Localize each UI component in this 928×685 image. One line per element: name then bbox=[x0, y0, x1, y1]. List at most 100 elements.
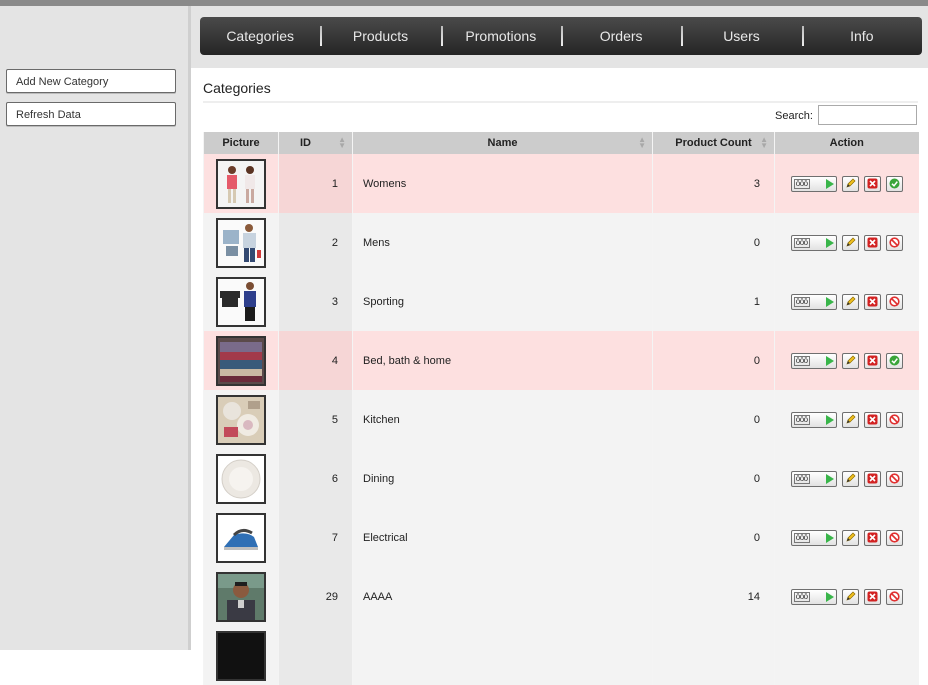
status-inactive-icon[interactable] bbox=[885, 529, 903, 546]
name-cell: AAAA bbox=[352, 567, 653, 626]
nav-users[interactable]: Users bbox=[681, 17, 801, 55]
product-count-cell: 3 bbox=[652, 154, 775, 213]
edit-icon[interactable] bbox=[841, 352, 859, 369]
delete-icon[interactable] bbox=[863, 470, 881, 487]
sort-icon: ▲ ▼ bbox=[338, 135, 346, 150]
column-product-count[interactable]: Product Count ▲ ▼ bbox=[652, 132, 775, 154]
sort-icon: ▲ ▼ bbox=[638, 135, 646, 150]
products-button[interactable]: ōōō bbox=[790, 175, 837, 192]
picture-cell bbox=[203, 272, 279, 331]
picture-cell bbox=[203, 331, 279, 390]
action-cell: ōōō bbox=[774, 154, 919, 213]
category-thumbnail bbox=[216, 335, 266, 386]
edit-icon[interactable] bbox=[841, 588, 859, 605]
products-icon: ōōō bbox=[793, 591, 810, 602]
status-active-icon[interactable] bbox=[885, 352, 903, 369]
search-input[interactable] bbox=[818, 105, 917, 125]
products-button[interactable]: ōōō bbox=[790, 529, 837, 546]
edit-icon[interactable] bbox=[841, 293, 859, 310]
action-cell: ōōō bbox=[774, 567, 919, 626]
edit-icon[interactable] bbox=[841, 529, 859, 546]
nav-categories[interactable]: Categories bbox=[200, 17, 320, 55]
product-count-cell: 0 bbox=[652, 213, 775, 272]
play-icon bbox=[825, 591, 834, 602]
products-icon: ōōō bbox=[793, 237, 810, 248]
action-cell: ōōō bbox=[774, 272, 919, 331]
products-icon: ōōō bbox=[793, 178, 810, 189]
picture-cell bbox=[203, 449, 279, 508]
status-inactive-icon[interactable] bbox=[885, 411, 903, 428]
edit-icon[interactable] bbox=[841, 470, 859, 487]
products-button[interactable]: ōōō bbox=[790, 470, 837, 487]
action-cell: ōōō bbox=[774, 331, 919, 390]
edit-icon[interactable] bbox=[841, 234, 859, 251]
delete-icon[interactable] bbox=[863, 588, 881, 605]
column-id[interactable]: ID ▲ ▼ bbox=[278, 132, 353, 154]
title-divider bbox=[203, 101, 918, 103]
table-header-row: Picture ID ▲ ▼ Name ▲ ▼ Product Count ▲ ▼ Acti… bbox=[203, 132, 919, 154]
edit-icon[interactable] bbox=[841, 411, 859, 428]
category-thumbnail bbox=[216, 158, 266, 209]
products-button[interactable]: ōōō bbox=[790, 234, 837, 251]
delete-icon[interactable] bbox=[863, 529, 881, 546]
name-cell: Electrical bbox=[352, 508, 653, 567]
nav-promotions[interactable]: Promotions bbox=[440, 17, 561, 55]
products-button[interactable]: ōōō bbox=[790, 293, 837, 310]
products-button[interactable]: ōōō bbox=[790, 588, 837, 605]
table-row: 1 Womens 3 ōōō bbox=[203, 154, 919, 213]
id-cell: 1 bbox=[278, 154, 353, 213]
delete-icon[interactable] bbox=[863, 175, 881, 192]
edit-icon[interactable] bbox=[841, 175, 859, 192]
name-cell: Womens bbox=[352, 154, 653, 213]
action-cell: ōōō bbox=[774, 213, 919, 272]
delete-icon[interactable] bbox=[863, 352, 881, 369]
product-count-cell: 1 bbox=[652, 272, 775, 331]
play-icon bbox=[825, 178, 834, 189]
delete-icon[interactable] bbox=[863, 411, 881, 428]
column-picture: Picture bbox=[203, 132, 279, 154]
products-icon: ōōō bbox=[793, 414, 810, 425]
table-row bbox=[203, 626, 919, 685]
status-inactive-icon[interactable] bbox=[885, 293, 903, 310]
refresh-data-button[interactable]: Refresh Data bbox=[6, 102, 176, 126]
status-inactive-icon[interactable] bbox=[885, 588, 903, 605]
search-label: Search: bbox=[775, 110, 813, 122]
table-row: 3 Sporting 1 ōōō bbox=[203, 272, 919, 331]
id-cell: 4 bbox=[278, 331, 353, 390]
play-icon bbox=[825, 237, 834, 248]
id-cell: 2 bbox=[278, 213, 353, 272]
status-inactive-icon[interactable] bbox=[885, 470, 903, 487]
products-button[interactable]: ōōō bbox=[790, 352, 837, 369]
products-icon: ōōō bbox=[793, 296, 810, 307]
action-cell: ōōō bbox=[774, 449, 919, 508]
status-inactive-icon[interactable] bbox=[885, 234, 903, 251]
table-row: 6 Dining 0 ōōō bbox=[203, 449, 919, 508]
category-thumbnail bbox=[216, 453, 266, 504]
nav-orders[interactable]: Orders bbox=[560, 17, 681, 55]
main-nav: Categories Products Promotions Orders Us… bbox=[200, 17, 922, 55]
sidebar: Add New Category Refresh Data bbox=[0, 6, 191, 650]
column-name[interactable]: Name ▲ ▼ bbox=[352, 132, 653, 154]
name-cell: Kitchen bbox=[352, 390, 653, 449]
id-cell: 3 bbox=[278, 272, 353, 331]
product-count-cell: 0 bbox=[652, 449, 775, 508]
nav-info[interactable]: Info bbox=[801, 17, 922, 55]
product-count-cell: 0 bbox=[652, 508, 775, 567]
name-cell: Bed, bath & home bbox=[352, 331, 653, 390]
picture-cell bbox=[203, 626, 279, 685]
status-active-icon[interactable] bbox=[885, 175, 903, 192]
category-thumbnail bbox=[216, 276, 266, 327]
add-new-category-button[interactable]: Add New Category bbox=[6, 69, 176, 93]
delete-icon[interactable] bbox=[863, 293, 881, 310]
picture-cell bbox=[203, 154, 279, 213]
name-cell: Mens bbox=[352, 213, 653, 272]
column-action: Action bbox=[774, 132, 919, 154]
products-icon: ōōō bbox=[793, 473, 810, 484]
table-row: 4 Bed, bath & home 0 ōōō bbox=[203, 331, 919, 390]
nav-products[interactable]: Products bbox=[320, 17, 440, 55]
picture-cell bbox=[203, 213, 279, 272]
play-icon bbox=[825, 414, 834, 425]
delete-icon[interactable] bbox=[863, 234, 881, 251]
id-cell: 6 bbox=[278, 449, 353, 508]
products-button[interactable]: ōōō bbox=[790, 411, 837, 428]
